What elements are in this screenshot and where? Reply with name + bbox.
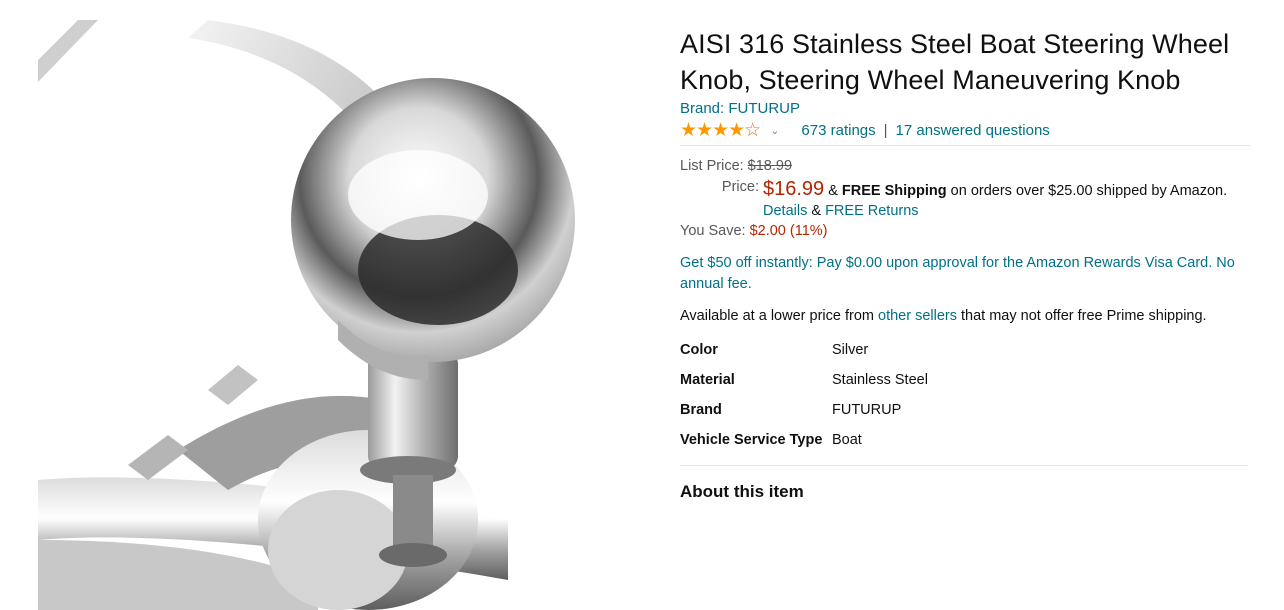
price-row: Price: $16.99 & FREE Shipping on orders …: [680, 177, 1250, 221]
steering-knob-image: [38, 20, 598, 610]
you-save-value: $2.00 (11%): [749, 223, 828, 239]
free-returns-link[interactable]: FREE Returns: [825, 203, 918, 219]
spec-key: Color: [680, 342, 718, 358]
star-rating-icon[interactable]: ★★★★☆: [680, 120, 761, 142]
spec-row: Material Stainless Steel: [680, 365, 928, 395]
spec-value: FUTURUP: [832, 402, 902, 418]
list-price-value: $18.99: [747, 158, 793, 174]
rating-row: ★★★★☆ ⌄ 673 ratings | 17 answered questi…: [680, 120, 1250, 146]
product-title: AISI 316 Stainless Steel Boat Steering W…: [680, 29, 1230, 95]
price-block: List Price: $18.99 Price: $16.99 & FREE …: [680, 156, 1250, 241]
spec-value: Silver: [832, 342, 869, 358]
about-heading: About this item: [680, 482, 804, 501]
spec-key: Brand: [680, 402, 722, 418]
section-divider: [680, 465, 1248, 466]
ratings-link[interactable]: 673 ratings: [801, 120, 875, 142]
answered-questions-link[interactable]: 17 answered questions: [896, 120, 1050, 142]
availability-post: that may not offer free Prime shipping.: [961, 308, 1207, 324]
spec-row: Brand FUTURUP: [680, 395, 928, 425]
list-price-row: List Price: $18.99: [680, 156, 1250, 176]
stars-filled: ★★★★: [680, 120, 745, 141]
other-sellers-link[interactable]: other sellers: [878, 308, 957, 324]
you-save-label: You Save:: [680, 223, 746, 239]
spec-key: Vehicle Service Type: [680, 432, 823, 448]
details-link[interactable]: Details: [763, 203, 807, 219]
list-price-label: List Price:: [680, 158, 744, 174]
price-value: $16.99: [763, 178, 825, 200]
spec-key: Material: [680, 372, 735, 388]
shipping-text: on orders over $25.00 shipped by Amazon.: [950, 183, 1228, 199]
spec-row: Color Silver: [680, 335, 928, 365]
product-image[interactable]: [38, 20, 598, 610]
you-save-row: You Save: $2.00 (11%): [680, 221, 1250, 241]
price-label: Price:: [721, 179, 759, 195]
spec-value: Stainless Steel: [832, 372, 928, 388]
spec-value: Boat: [832, 432, 862, 448]
rewards-card-promo-link[interactable]: Get $50 off instantly: Pay $0.00 upon ap…: [680, 253, 1250, 295]
availability-note: Available at a lower price from other se…: [680, 306, 1250, 327]
price-details: $16.99 & FREE Shipping on orders over $2…: [763, 177, 1250, 221]
chevron-down-icon[interactable]: ⌄: [770, 120, 779, 142]
availability-pre: Available at a lower price from: [680, 308, 874, 324]
free-shipping-text: FREE Shipping: [841, 183, 947, 199]
separator: |: [883, 122, 888, 139]
product-info: AISI 316 Stainless Steel Boat Steering W…: [680, 26, 1250, 502]
brand-link[interactable]: Brand: FUTURUP: [680, 100, 1250, 118]
stars-empty: ☆: [744, 120, 761, 141]
product-specs-table: Color Silver Material Stainless Steel Br…: [680, 335, 928, 455]
amp-1: &: [828, 183, 838, 199]
amp-2: &: [811, 203, 822, 219]
spec-row: Vehicle Service Type Boat: [680, 425, 928, 455]
